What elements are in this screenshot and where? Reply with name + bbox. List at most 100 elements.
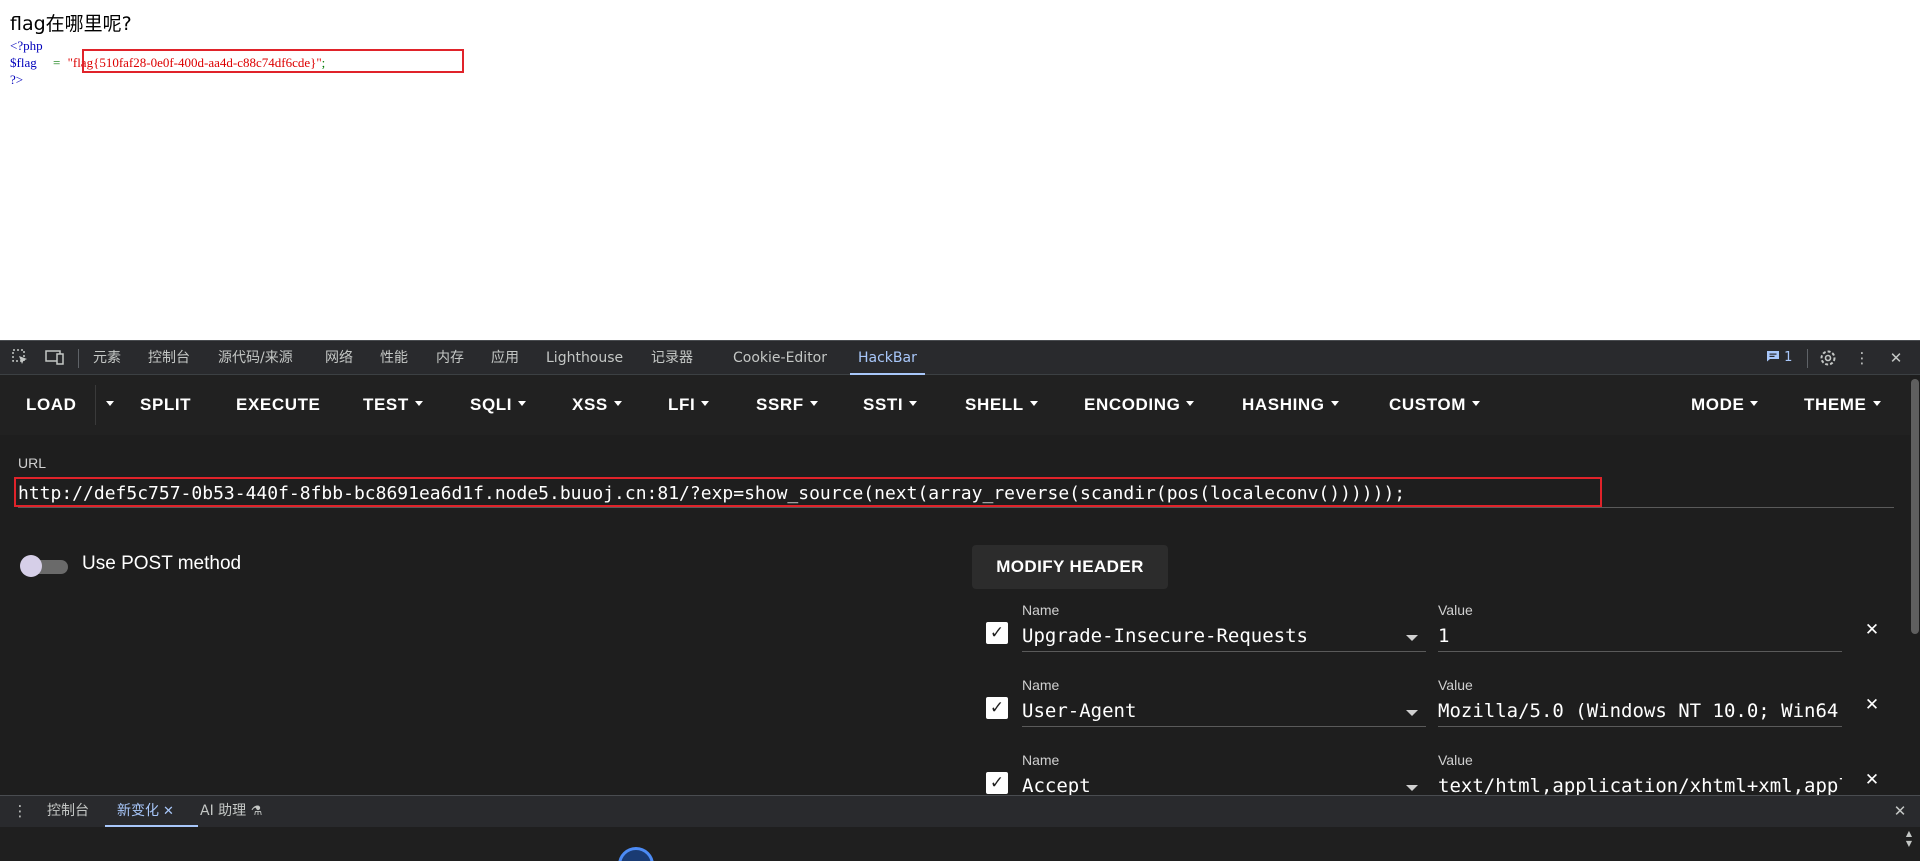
chevron-down-icon (909, 401, 918, 407)
device-toolbar-icon[interactable] (45, 348, 65, 368)
mode-menu[interactable]: MODE (1691, 375, 1759, 435)
drawer-tab-ai-assistant[interactable]: AI 助理 ⚗ (200, 796, 262, 827)
header-name-label: Name (1022, 677, 1060, 693)
modify-header-button[interactable]: MODIFY HEADER (972, 545, 1168, 589)
post-method-label: Use POST method (82, 553, 242, 574)
drawer-tab-changes[interactable]: 新变化 ✕ (105, 796, 198, 827)
shell-menu[interactable]: SHELL (965, 375, 1038, 435)
message-icon (1767, 351, 1779, 362)
ssti-menu[interactable]: SSTI (863, 375, 918, 435)
tab-separator (78, 349, 79, 368)
ssrf-menu-label: SSRF (756, 395, 804, 414)
header-name-select[interactable]: Accept (1022, 772, 1426, 795)
close-icon[interactable]: ✕ (1886, 348, 1906, 368)
more-vertical-icon[interactable]: ⋮ (1852, 348, 1872, 368)
tab-lighthouse[interactable]: Lighthouse (546, 341, 623, 375)
php-close-tag: ?> (10, 72, 24, 87)
chevron-down-icon (1330, 401, 1339, 407)
tab-memory[interactable]: 内存 (436, 341, 464, 375)
header-value-input[interactable]: Mozilla/5.0 (Windows NT 10.0; Win64; x64… (1438, 697, 1842, 727)
header-enabled-checkbox[interactable]: ✓ (986, 622, 1008, 644)
chevron-down-icon (1029, 401, 1038, 407)
custom-menu[interactable]: CUSTOM (1389, 375, 1480, 435)
header-value-input[interactable]: text/html,application/xhtml+xml,applicat… (1438, 772, 1842, 795)
chevron-down-icon[interactable] (1406, 710, 1418, 716)
load-button[interactable]: LOAD (26, 375, 77, 435)
scrollbar-thumb[interactable] (1911, 379, 1919, 634)
header-name-label: Name (1022, 602, 1060, 618)
sqli-menu-label: SQLI (470, 395, 513, 414)
header-value-input[interactable]: 1 (1438, 622, 1842, 652)
tab-recorder[interactable]: 记录器 (651, 341, 693, 375)
header-value-label: Value (1438, 677, 1473, 693)
drawer-tab-bar: ⋮ 控制台 新变化 ✕ AI 助理 ⚗ ✕ (0, 795, 1920, 827)
sqli-menu[interactable]: SQLI (470, 375, 527, 435)
gear-icon[interactable] (1818, 348, 1838, 368)
header-name-select[interactable]: Upgrade-Insecure-Requests (1022, 622, 1426, 652)
tab-network[interactable]: 网络 (325, 341, 353, 375)
remove-header-icon[interactable]: ✕ (1862, 770, 1882, 790)
lfi-menu[interactable]: LFI (668, 375, 710, 435)
tab-hackbar[interactable]: HackBar (850, 341, 925, 375)
close-drawer-icon[interactable]: ✕ (1890, 801, 1910, 821)
header-row: ✓ Name Accept Value text/html,applicatio… (972, 752, 1892, 795)
drawer-tab-console[interactable]: 控制台 (47, 796, 89, 827)
chevron-down-icon[interactable] (1406, 785, 1418, 791)
inspect-element-icon[interactable] (10, 348, 30, 368)
hackbar-scrollbar[interactable] (1910, 375, 1920, 795)
flag-highlight-box (82, 49, 464, 73)
flask-icon: ⚗ (250, 804, 263, 819)
encoding-menu-label: ENCODING (1084, 395, 1181, 414)
execute-button[interactable]: EXECUTE (236, 375, 321, 435)
header-row: ✓ Name Upgrade-Insecure-Requests Value 1… (972, 602, 1892, 677)
url-highlight-box (14, 477, 1602, 507)
encoding-menu[interactable]: ENCODING (1084, 375, 1195, 435)
chevron-down-icon (1750, 401, 1759, 407)
header-enabled-checkbox[interactable]: ✓ (986, 772, 1008, 794)
drawer-tab-changes-label: 新变化 (117, 803, 159, 819)
chevron-down-icon[interactable] (1406, 635, 1418, 641)
drawer-content: ▲ ▼ (0, 827, 1920, 861)
custom-menu-label: CUSTOM (1389, 395, 1466, 414)
tab-application[interactable]: 应用 (491, 341, 519, 375)
chevron-down-icon (701, 401, 710, 407)
test-menu[interactable]: TEST (363, 375, 423, 435)
tab-separator (1807, 349, 1808, 368)
header-row: ✓ Name User-Agent Value Mozilla/5.0 (Win… (972, 677, 1892, 752)
xss-menu-label: XSS (572, 395, 608, 414)
devtools-panel: 元素 控制台 源代码/来源 网络 性能 内存 应用 Lighthouse 记录器… (0, 340, 1920, 861)
tab-sources[interactable]: 源代码/来源 (218, 341, 293, 375)
hackbar-toolbar: LOAD SPLIT EXECUTE TEST SQLI XSS LFI SSR… (0, 375, 1910, 435)
header-value-label: Value (1438, 752, 1473, 768)
toggle-thumb (20, 555, 42, 577)
drawer-menu-icon[interactable]: ⋮ (10, 801, 30, 821)
split-button[interactable]: SPLIT (140, 375, 191, 435)
tab-elements[interactable]: 元素 (93, 341, 121, 375)
header-enabled-checkbox[interactable]: ✓ (986, 697, 1008, 719)
tab-performance[interactable]: 性能 (380, 341, 408, 375)
assign-operator-sign: = (49, 55, 64, 70)
chevron-down-icon (613, 401, 622, 407)
theme-menu[interactable]: THEME (1804, 375, 1881, 435)
hashing-menu[interactable]: HASHING (1242, 375, 1339, 435)
remove-header-icon[interactable]: ✕ (1862, 695, 1882, 715)
lfi-menu-label: LFI (668, 395, 696, 414)
close-tab-icon[interactable]: ✕ (163, 804, 174, 819)
hashing-menu-label: HASHING (1242, 395, 1325, 414)
loading-indicator (618, 847, 654, 861)
header-name-select[interactable]: User-Agent (1022, 697, 1426, 727)
drawer-scroll-arrows[interactable]: ▲ ▼ (1904, 829, 1914, 859)
load-dropdown-button[interactable] (100, 375, 114, 435)
tab-cookie-editor[interactable]: Cookie-Editor (733, 341, 827, 375)
chevron-down-icon (518, 401, 527, 407)
issues-badge[interactable]: 1 (1766, 349, 1792, 367)
mode-menu-label: MODE (1691, 395, 1745, 414)
tab-console[interactable]: 控制台 (148, 341, 190, 375)
ssrf-menu[interactable]: SSRF (756, 375, 818, 435)
header-name-label: Name (1022, 752, 1060, 768)
remove-header-icon[interactable]: ✕ (1862, 620, 1882, 640)
shell-menu-label: SHELL (965, 395, 1024, 414)
chevron-down-icon (414, 401, 423, 407)
post-method-toggle[interactable] (20, 555, 68, 577)
xss-menu[interactable]: XSS (572, 375, 622, 435)
